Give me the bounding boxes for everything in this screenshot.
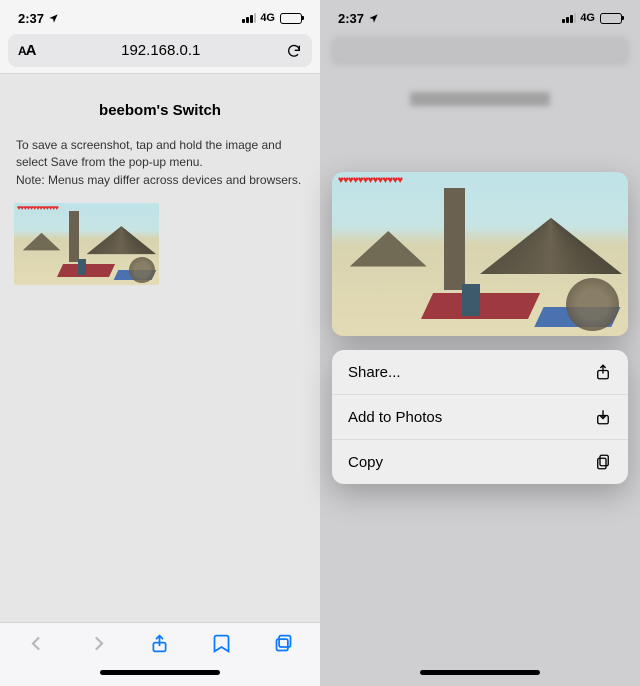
- phone-left: 2:37 4G AA 192.168.0.1 beebom's Switch T…: [0, 0, 320, 686]
- status-time: 2:37: [338, 11, 364, 26]
- blurred-background: [320, 0, 640, 686]
- url-bar[interactable]: AA 192.168.0.1: [8, 34, 312, 67]
- menu-label: Copy: [348, 454, 383, 471]
- tabs-button[interactable]: [273, 633, 294, 654]
- menu-label: Share...: [348, 364, 401, 381]
- page-title: beebom's Switch: [14, 102, 306, 119]
- battery-icon: [280, 13, 302, 24]
- home-indicator[interactable]: [0, 664, 320, 686]
- menu-add-to-photos[interactable]: Add to Photos: [332, 395, 628, 440]
- url-text[interactable]: 192.168.0.1: [36, 42, 286, 59]
- screenshot-thumbnail[interactable]: ♥♥♥♥♥♥♥♥♥♥♥♥♥: [14, 203, 159, 285]
- download-icon: [594, 408, 612, 426]
- image-preview[interactable]: ♥♥♥♥♥♥♥♥♥♥♥♥♥: [332, 172, 628, 336]
- home-indicator[interactable]: [320, 664, 640, 686]
- back-button[interactable]: [26, 633, 47, 654]
- menu-copy[interactable]: Copy: [332, 440, 628, 484]
- instructions-text: To save a screenshot, tap and hold the i…: [14, 137, 306, 189]
- battery-icon: [600, 13, 622, 24]
- cell-signal-icon: [242, 13, 256, 23]
- text-size-button[interactable]: AA: [18, 42, 36, 59]
- context-menu: Share... Add to Photos Copy: [332, 350, 628, 484]
- bookmarks-button[interactable]: [211, 633, 232, 654]
- status-bar: 2:37 4G: [0, 6, 320, 30]
- copy-icon: [594, 453, 612, 471]
- status-time: 2:37: [18, 11, 44, 26]
- location-icon: [368, 13, 379, 24]
- menu-label: Add to Photos: [348, 409, 442, 426]
- phone-right: 2:37 4G ♥♥♥♥♥♥♥♥♥♥♥♥♥ Share... Add to Ph…: [320, 0, 640, 686]
- share-icon: [594, 363, 612, 381]
- cell-signal-icon: [562, 13, 576, 23]
- page-content: beebom's Switch To save a screenshot, ta…: [0, 73, 320, 622]
- menu-share[interactable]: Share...: [332, 350, 628, 395]
- status-bar: 2:37 4G: [320, 6, 640, 30]
- share-button[interactable]: [149, 633, 170, 654]
- safari-toolbar: [0, 622, 320, 664]
- location-icon: [48, 13, 59, 24]
- network-label: 4G: [260, 12, 275, 24]
- forward-button[interactable]: [88, 633, 109, 654]
- refresh-icon[interactable]: [286, 43, 302, 59]
- network-label: 4G: [580, 12, 595, 24]
